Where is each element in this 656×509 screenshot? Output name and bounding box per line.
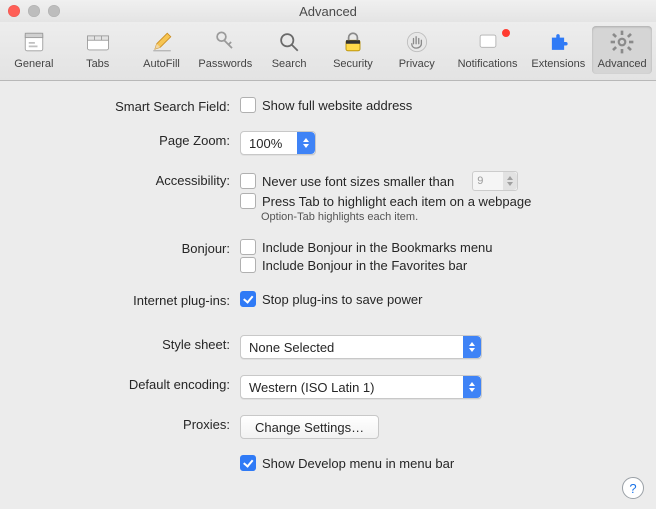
select-default-encoding[interactable]: Western (ISO Latin 1) — [240, 375, 482, 399]
tab-label: General — [14, 58, 53, 70]
label-bonjour: Bonjour: — [20, 239, 240, 256]
label-style-sheet: Style sheet: — [20, 335, 240, 352]
checkbox-label: Include Bonjour in the Bookmarks menu — [262, 240, 493, 255]
checkbox-label: Stop plug-ins to save power — [262, 292, 422, 307]
tab-label: Search — [272, 58, 307, 70]
search-icon — [275, 28, 303, 56]
label-proxies: Proxies: — [20, 415, 240, 432]
tab-label: AutoFill — [143, 58, 180, 70]
stepper-arrows-icon — [463, 336, 481, 358]
label-accessibility: Accessibility: — [20, 171, 240, 188]
tab-label: Privacy — [399, 58, 435, 70]
checkbox-show-develop-menu[interactable] — [240, 455, 256, 471]
key-icon — [211, 28, 239, 56]
tab-label: Extensions — [531, 58, 585, 70]
select-value: Western (ISO Latin 1) — [241, 380, 463, 395]
help-icon: ? — [629, 481, 636, 496]
tab-label: Notifications — [458, 58, 518, 70]
checkbox-label: Show full website address — [262, 98, 412, 113]
checkbox-min-font-size[interactable] — [240, 173, 256, 189]
hint-text: Option-Tab highlights each item. — [261, 211, 636, 223]
tab-general[interactable]: General — [4, 26, 64, 74]
window-title: Advanced — [0, 4, 656, 19]
lock-icon — [339, 28, 367, 56]
select-value: 100% — [241, 136, 297, 151]
hand-icon — [403, 28, 431, 56]
button-change-proxy-settings[interactable]: Change Settings… — [240, 415, 379, 439]
checkbox-label: Include Bonjour in the Favorites bar — [262, 258, 467, 273]
select-min-font-size: 9 — [472, 171, 518, 191]
stepper-arrows-icon — [503, 172, 517, 190]
notification-icon — [474, 28, 502, 56]
label-default-encoding: Default encoding: — [20, 375, 240, 392]
label-plugins: Internet plug-ins: — [20, 291, 240, 308]
window-zoom-button[interactable] — [48, 5, 60, 17]
puzzle-icon — [544, 28, 572, 56]
window-minimize-button[interactable] — [28, 5, 40, 17]
stepper-arrows-icon — [463, 376, 481, 398]
tab-advanced[interactable]: Advanced — [592, 26, 652, 74]
button-label: Change Settings… — [255, 420, 364, 435]
general-icon — [20, 28, 48, 56]
select-style-sheet[interactable]: None Selected — [240, 335, 482, 359]
label-page-zoom: Page Zoom: — [20, 131, 240, 148]
tab-label: Tabs — [86, 58, 109, 70]
window-close-button[interactable] — [8, 5, 20, 17]
checkbox-bonjour-bookmarks[interactable] — [240, 239, 256, 255]
tab-tabs[interactable]: Tabs — [68, 26, 128, 74]
checkbox-label: Press Tab to highlight each item on a we… — [262, 194, 531, 209]
tab-autofill[interactable]: AutoFill — [132, 26, 192, 74]
gear-icon — [608, 28, 636, 56]
checkbox-bonjour-favorites[interactable] — [240, 257, 256, 273]
tab-passwords[interactable]: Passwords — [195, 26, 255, 74]
label-smart-search: Smart Search Field: — [20, 97, 240, 114]
checkbox-tab-highlight[interactable] — [240, 193, 256, 209]
checkbox-label: Never use font sizes smaller than — [262, 174, 454, 189]
tab-privacy[interactable]: Privacy — [387, 26, 447, 74]
checkbox-stop-plugins[interactable] — [240, 291, 256, 307]
notification-badge — [502, 29, 510, 37]
tab-security[interactable]: Security — [323, 26, 383, 74]
select-value: 9 — [473, 175, 503, 187]
tab-label: Passwords — [198, 58, 252, 70]
stepper-arrows-icon — [297, 132, 315, 154]
tab-notifications[interactable]: Notifications — [451, 26, 525, 74]
tab-label: Advanced — [598, 58, 647, 70]
help-button[interactable]: ? — [622, 477, 644, 499]
tab-extensions[interactable]: Extensions — [528, 26, 588, 74]
tab-search[interactable]: Search — [259, 26, 319, 74]
pencil-icon — [148, 28, 176, 56]
select-value: None Selected — [241, 340, 463, 355]
select-page-zoom[interactable]: 100% — [240, 131, 316, 155]
checkbox-show-full-url[interactable] — [240, 97, 256, 113]
tabs-icon — [84, 28, 112, 56]
tab-label: Security — [333, 58, 373, 70]
prefs-toolbar: General Tabs AutoFill Passwords Search S… — [0, 22, 656, 81]
checkbox-label: Show Develop menu in menu bar — [262, 456, 454, 471]
